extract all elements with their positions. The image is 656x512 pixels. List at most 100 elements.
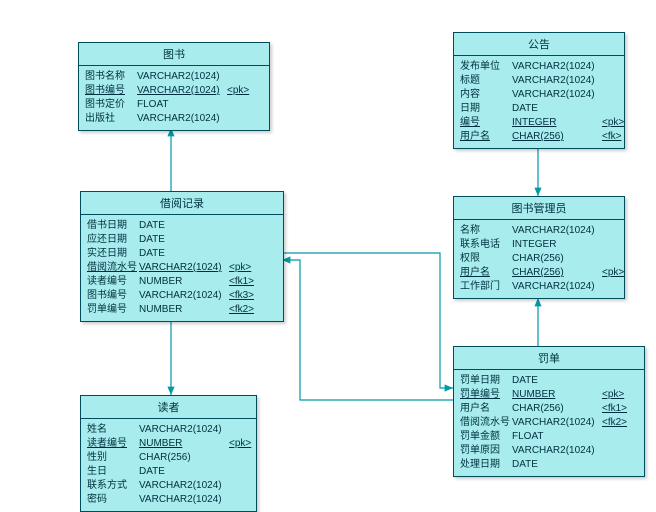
column-tag: <fk1> bbox=[229, 275, 254, 289]
entity-row: 图书编号VARCHAR2(1024)<fk3> bbox=[87, 289, 277, 303]
column-name: 姓名 bbox=[87, 423, 139, 437]
column-name: 密码 bbox=[87, 493, 139, 507]
column-type: VARCHAR2(1024) bbox=[512, 280, 602, 294]
entity-row: 标题VARCHAR2(1024) bbox=[460, 74, 618, 88]
entity-row: 图书名称VARCHAR2(1024) bbox=[85, 70, 263, 84]
column-tag: <fk1> bbox=[602, 402, 627, 416]
column-type: DATE bbox=[512, 374, 602, 388]
column-tag: <pk> bbox=[227, 84, 249, 98]
column-type: VARCHAR2(1024) bbox=[139, 423, 229, 437]
entity-row: 读者编号NUMBER<pk> bbox=[87, 437, 250, 451]
column-type: VARCHAR2(1024) bbox=[512, 224, 602, 238]
column-type: NUMBER bbox=[139, 437, 229, 451]
column-type: CHAR(256) bbox=[512, 266, 602, 280]
column-type: VARCHAR2(1024) bbox=[139, 289, 229, 303]
entity-body-book: 图书名称VARCHAR2(1024)图书编号VARCHAR2(1024)<pk>… bbox=[79, 66, 269, 130]
entity-row: 罚单金额FLOAT bbox=[460, 430, 638, 444]
entity-row: 权限CHAR(256) bbox=[460, 252, 618, 266]
column-name: 罚单编号 bbox=[460, 388, 512, 402]
column-tag: <fk2> bbox=[229, 303, 254, 317]
column-name: 读者编号 bbox=[87, 275, 139, 289]
column-type: VARCHAR2(1024) bbox=[137, 112, 227, 126]
entity-title: 公告 bbox=[454, 33, 624, 56]
entity-row: 罚单原因VARCHAR2(1024) bbox=[460, 444, 638, 458]
column-tag: <pk> bbox=[602, 388, 624, 402]
column-name: 处理日期 bbox=[460, 458, 512, 472]
entity-title: 罚单 bbox=[454, 347, 644, 370]
column-name: 标题 bbox=[460, 74, 512, 88]
column-name: 生日 bbox=[87, 465, 139, 479]
column-name: 联系方式 bbox=[87, 479, 139, 493]
column-type: DATE bbox=[139, 247, 229, 261]
entity-row: 联系方式VARCHAR2(1024) bbox=[87, 479, 250, 493]
column-tag: <fk> bbox=[602, 130, 621, 144]
column-name: 用户名 bbox=[460, 130, 512, 144]
entity-notice: 公告 发布单位VARCHAR2(1024)标题VARCHAR2(1024)内容V… bbox=[453, 32, 625, 149]
entity-reader: 读者 姓名VARCHAR2(1024)读者编号NUMBER<pk>性别CHAR(… bbox=[80, 395, 257, 512]
column-type: INTEGER bbox=[512, 116, 602, 130]
column-tag: <pk> bbox=[229, 437, 251, 451]
column-tag: <fk3> bbox=[229, 289, 254, 303]
entity-row: 姓名VARCHAR2(1024) bbox=[87, 423, 250, 437]
entity-row: 用户名CHAR(256)<fk> bbox=[460, 130, 618, 144]
column-name: 图书编号 bbox=[87, 289, 139, 303]
entity-body-reader: 姓名VARCHAR2(1024)读者编号NUMBER<pk>性别CHAR(256… bbox=[81, 419, 256, 511]
entity-row: 内容VARCHAR2(1024) bbox=[460, 88, 618, 102]
column-type: CHAR(256) bbox=[512, 252, 602, 266]
column-name: 借书日期 bbox=[87, 219, 139, 233]
entity-row: 用户名CHAR(256)<fk1> bbox=[460, 402, 638, 416]
column-name: 借阅流水号 bbox=[460, 416, 512, 430]
column-type: DATE bbox=[139, 233, 229, 247]
column-name: 名称 bbox=[460, 224, 512, 238]
entity-row: 生日DATE bbox=[87, 465, 250, 479]
column-name: 出版社 bbox=[85, 112, 137, 126]
column-type: VARCHAR2(1024) bbox=[139, 261, 229, 275]
column-name: 用户名 bbox=[460, 266, 512, 280]
column-name: 罚单金额 bbox=[460, 430, 512, 444]
entity-title: 图书管理员 bbox=[454, 197, 624, 220]
column-tag: <pk> bbox=[229, 261, 251, 275]
column-type: FLOAT bbox=[137, 98, 227, 112]
column-name: 罚单编号 bbox=[87, 303, 139, 317]
column-type: DATE bbox=[512, 102, 602, 116]
entity-row: 工作部门VARCHAR2(1024) bbox=[460, 280, 618, 294]
column-name: 权限 bbox=[460, 252, 512, 266]
entity-row: 罚单编号NUMBER<pk> bbox=[460, 388, 638, 402]
entity-body-notice: 发布单位VARCHAR2(1024)标题VARCHAR2(1024)内容VARC… bbox=[454, 56, 624, 148]
entity-row: 实还日期DATE bbox=[87, 247, 277, 261]
column-name: 发布单位 bbox=[460, 60, 512, 74]
entity-row: 借阅流水号VARCHAR2(1024)<fk2> bbox=[460, 416, 638, 430]
entity-title: 借阅记录 bbox=[81, 192, 283, 215]
column-type: FLOAT bbox=[512, 430, 602, 444]
entity-body-admin: 名称VARCHAR2(1024)联系电话INTEGER权限CHAR(256)用户… bbox=[454, 220, 624, 298]
entity-row: 用户名CHAR(256)<pk> bbox=[460, 266, 618, 280]
column-type: VARCHAR2(1024) bbox=[137, 84, 227, 98]
column-tag: <fk2> bbox=[602, 416, 627, 430]
entity-row: 借书日期DATE bbox=[87, 219, 277, 233]
column-name: 应还日期 bbox=[87, 233, 139, 247]
column-type: VARCHAR2(1024) bbox=[512, 416, 602, 430]
column-name: 罚单日期 bbox=[460, 374, 512, 388]
entity-row: 密码VARCHAR2(1024) bbox=[87, 493, 250, 507]
entity-book: 图书 图书名称VARCHAR2(1024)图书编号VARCHAR2(1024)<… bbox=[78, 42, 270, 131]
column-type: NUMBER bbox=[512, 388, 602, 402]
column-type: NUMBER bbox=[139, 275, 229, 289]
entity-body-borrow: 借书日期DATE应还日期DATE实还日期DATE借阅流水号VARCHAR2(10… bbox=[81, 215, 283, 321]
column-type: CHAR(256) bbox=[512, 402, 602, 416]
column-name: 联系电话 bbox=[460, 238, 512, 252]
entity-row: 罚单日期DATE bbox=[460, 374, 638, 388]
entity-row: 发布单位VARCHAR2(1024) bbox=[460, 60, 618, 74]
column-type: VARCHAR2(1024) bbox=[137, 70, 227, 84]
column-type: VARCHAR2(1024) bbox=[512, 444, 602, 458]
column-name: 图书编号 bbox=[85, 84, 137, 98]
entity-row: 罚单编号NUMBER<fk2> bbox=[87, 303, 277, 317]
column-name: 性别 bbox=[87, 451, 139, 465]
column-name: 图书名称 bbox=[85, 70, 137, 84]
entity-row: 名称VARCHAR2(1024) bbox=[460, 224, 618, 238]
column-name: 读者编号 bbox=[87, 437, 139, 451]
column-name: 工作部门 bbox=[460, 280, 512, 294]
column-name: 罚单原因 bbox=[460, 444, 512, 458]
entity-row: 读者编号NUMBER<fk1> bbox=[87, 275, 277, 289]
column-type: CHAR(256) bbox=[512, 130, 602, 144]
column-tag: <pk> bbox=[602, 266, 624, 280]
